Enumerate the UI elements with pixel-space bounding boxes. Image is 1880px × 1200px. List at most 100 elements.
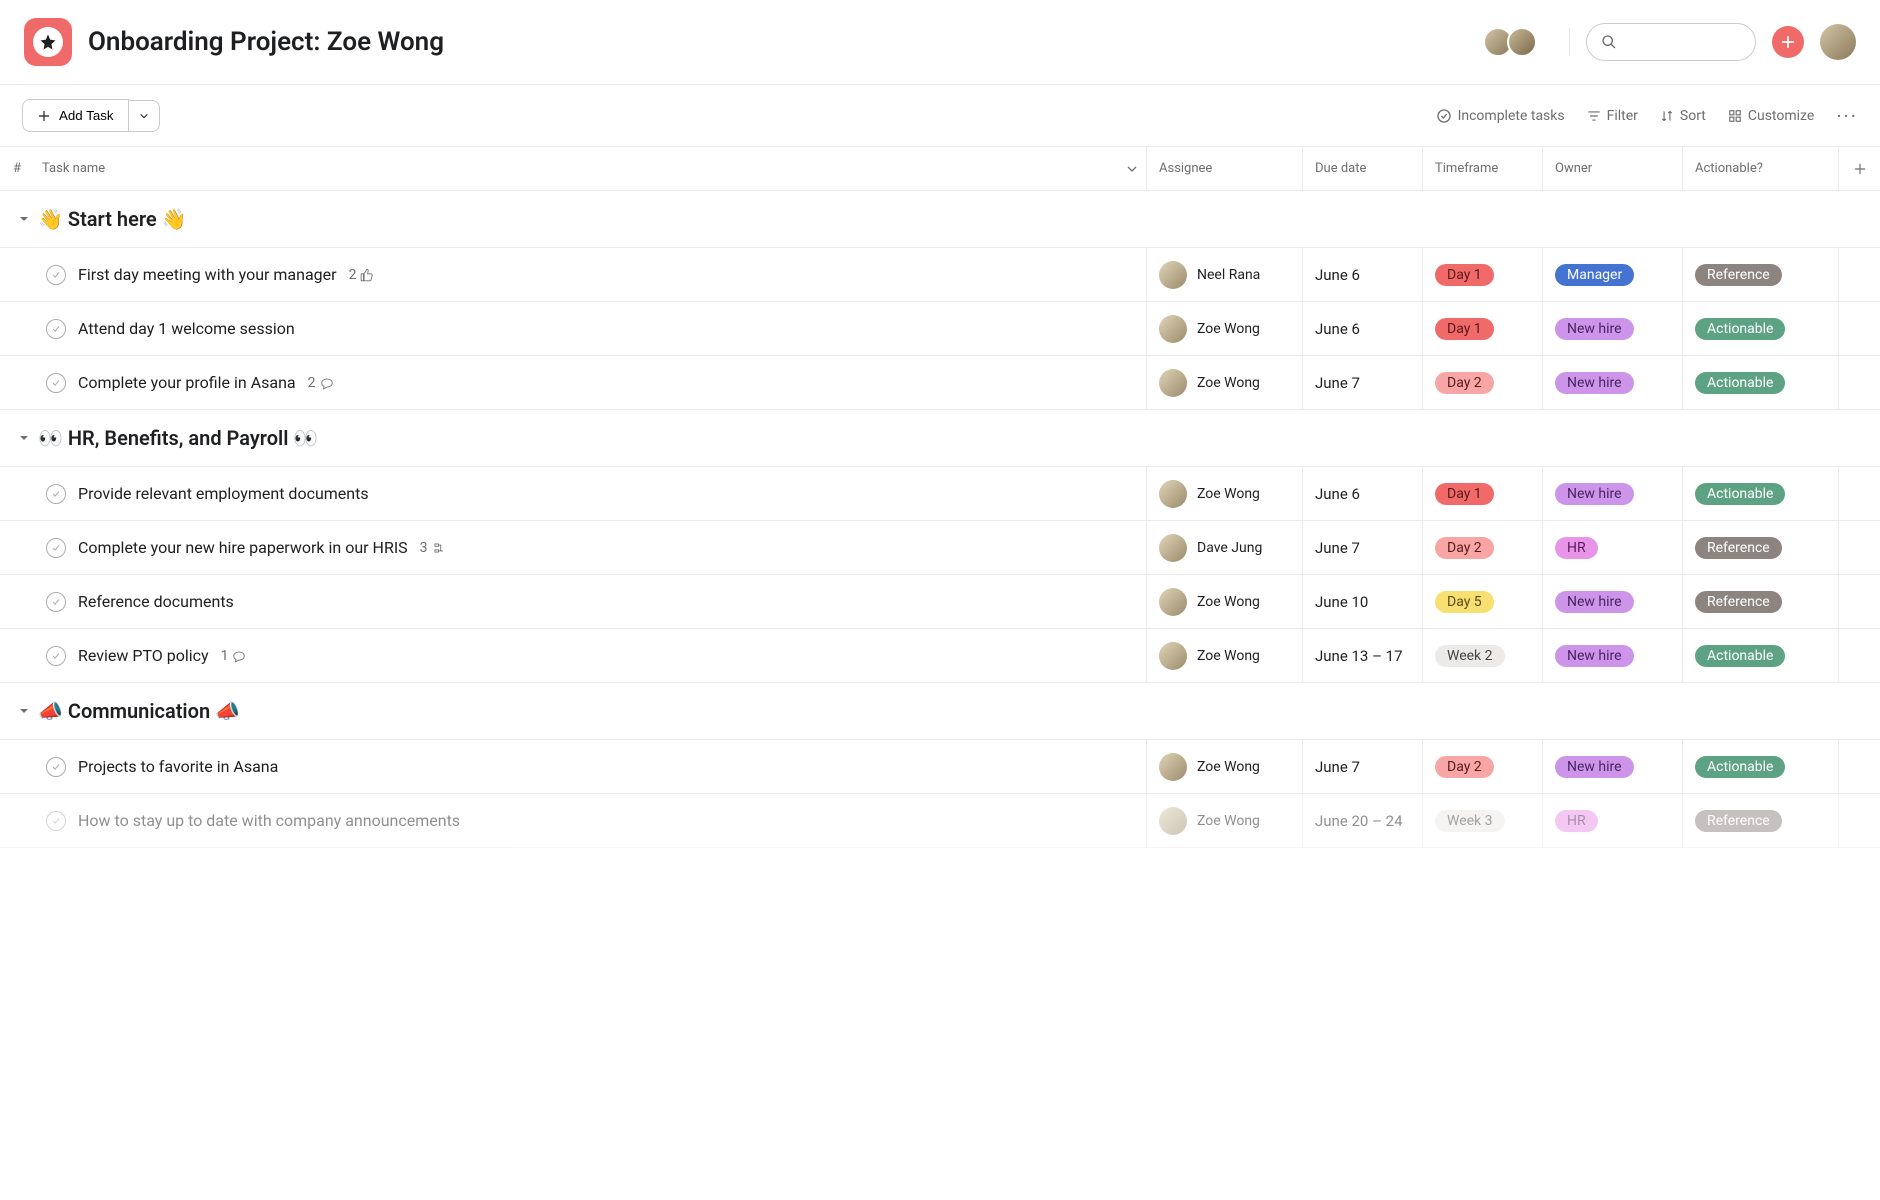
complete-checkbox[interactable] xyxy=(46,757,66,777)
assignee-cell[interactable]: Zoe Wong xyxy=(1146,794,1302,847)
due-cell[interactable]: June 10 xyxy=(1302,575,1422,628)
timeframe-cell[interactable]: Week 2 xyxy=(1422,629,1542,682)
pill-reference[interactable]: Reference xyxy=(1695,810,1782,832)
pill-newhire[interactable]: New hire xyxy=(1555,372,1634,394)
timeframe-cell[interactable]: Week 3 xyxy=(1422,794,1542,847)
col-actionable-header[interactable]: Actionable? xyxy=(1682,147,1838,190)
pill-actionable[interactable]: Actionable xyxy=(1695,483,1785,505)
due-cell[interactable]: June 6 xyxy=(1302,467,1422,520)
owner-cell[interactable]: HR xyxy=(1542,794,1682,847)
user-avatar[interactable] xyxy=(1820,24,1856,60)
task-name-cell[interactable]: How to stay up to date with company anno… xyxy=(0,794,1146,847)
owner-cell[interactable]: Manager xyxy=(1542,248,1682,301)
owner-cell[interactable]: New hire xyxy=(1542,302,1682,355)
pill-reference[interactable]: Reference xyxy=(1695,537,1782,559)
task-row[interactable]: First day meeting with your manager 2 Ne… xyxy=(0,248,1880,302)
actionable-cell[interactable]: Reference xyxy=(1682,794,1838,847)
due-cell[interactable]: June 20 – 24 xyxy=(1302,794,1422,847)
col-name-header[interactable]: Task name xyxy=(34,147,1146,190)
task-row[interactable]: Projects to favorite in Asana Zoe Wong J… xyxy=(0,740,1880,794)
owner-cell[interactable]: New hire xyxy=(1542,575,1682,628)
complete-checkbox[interactable] xyxy=(46,484,66,504)
pill-week2[interactable]: Week 2 xyxy=(1435,645,1505,667)
pill-reference[interactable]: Reference xyxy=(1695,264,1782,286)
pill-day2[interactable]: Day 2 xyxy=(1435,537,1494,559)
col-due-header[interactable]: Due date xyxy=(1302,147,1422,190)
actionable-cell[interactable]: Actionable xyxy=(1682,356,1838,409)
actionable-cell[interactable]: Reference xyxy=(1682,521,1838,574)
col-timeframe-header[interactable]: Timeframe xyxy=(1422,147,1542,190)
task-row[interactable]: How to stay up to date with company anno… xyxy=(0,794,1880,848)
customize-button[interactable]: Customize xyxy=(1728,108,1814,124)
actionable-cell[interactable]: Actionable xyxy=(1682,467,1838,520)
add-column-button[interactable] xyxy=(1838,147,1880,190)
pill-newhire[interactable]: New hire xyxy=(1555,756,1634,778)
task-name-cell[interactable]: Projects to favorite in Asana xyxy=(0,740,1146,793)
sort-button[interactable]: Sort xyxy=(1660,108,1706,124)
incomplete-tasks-filter[interactable]: Incomplete tasks xyxy=(1436,108,1565,124)
actionable-cell[interactable]: Reference xyxy=(1682,575,1838,628)
add-task-button[interactable]: Add Task xyxy=(22,99,129,132)
task-row[interactable]: Provide relevant employment documents Zo… xyxy=(0,467,1880,521)
actionable-cell[interactable]: Actionable xyxy=(1682,302,1838,355)
pill-day2[interactable]: Day 2 xyxy=(1435,372,1494,394)
timeframe-cell[interactable]: Day 1 xyxy=(1422,467,1542,520)
task-name-cell[interactable]: Attend day 1 welcome session xyxy=(0,302,1146,355)
assignee-cell[interactable]: Neel Rana xyxy=(1146,248,1302,301)
pill-day5[interactable]: Day 5 xyxy=(1435,591,1494,613)
due-cell[interactable]: June 6 xyxy=(1302,302,1422,355)
collaborator-avatar[interactable] xyxy=(1507,27,1537,57)
pill-newhire[interactable]: New hire xyxy=(1555,483,1634,505)
actionable-cell[interactable]: Reference xyxy=(1682,248,1838,301)
assignee-cell[interactable]: Zoe Wong xyxy=(1146,629,1302,682)
assignee-cell[interactable]: Zoe Wong xyxy=(1146,356,1302,409)
caret-down-icon[interactable] xyxy=(18,432,30,444)
pill-actionable[interactable]: Actionable xyxy=(1695,372,1785,394)
collaborators[interactable] xyxy=(1483,27,1537,57)
section-header[interactable]: 📣 Communication 📣 xyxy=(0,683,1880,740)
col-num-header[interactable]: # xyxy=(0,147,34,190)
owner-cell[interactable]: New hire xyxy=(1542,629,1682,682)
task-name-cell[interactable]: Reference documents xyxy=(0,575,1146,628)
task-name-cell[interactable]: First day meeting with your manager 2 xyxy=(0,248,1146,301)
due-cell[interactable]: June 7 xyxy=(1302,740,1422,793)
complete-checkbox[interactable] xyxy=(46,373,66,393)
task-row[interactable]: Review PTO policy 1 Zoe Wong June 13 – 1… xyxy=(0,629,1880,683)
task-name-cell[interactable]: Complete your profile in Asana 2 xyxy=(0,356,1146,409)
pill-actionable[interactable]: Actionable xyxy=(1695,318,1785,340)
caret-down-icon[interactable] xyxy=(18,705,30,717)
section-header[interactable]: 👋 Start here 👋 xyxy=(0,191,1880,248)
owner-cell[interactable]: HR xyxy=(1542,521,1682,574)
task-row[interactable]: Attend day 1 welcome session Zoe Wong Ju… xyxy=(0,302,1880,356)
actionable-cell[interactable]: Actionable xyxy=(1682,629,1838,682)
pill-reference[interactable]: Reference xyxy=(1695,591,1782,613)
col-assignee-header[interactable]: Assignee xyxy=(1146,147,1302,190)
search-input[interactable] xyxy=(1586,23,1756,61)
task-name-cell[interactable]: Complete your new hire paperwork in our … xyxy=(0,521,1146,574)
timeframe-cell[interactable]: Day 2 xyxy=(1422,521,1542,574)
complete-checkbox[interactable] xyxy=(46,646,66,666)
more-button[interactable]: ··· xyxy=(1836,104,1858,128)
complete-checkbox[interactable] xyxy=(46,811,66,831)
owner-cell[interactable]: New hire xyxy=(1542,467,1682,520)
pill-newhire[interactable]: New hire xyxy=(1555,318,1634,340)
due-cell[interactable]: June 7 xyxy=(1302,356,1422,409)
due-cell[interactable]: June 7 xyxy=(1302,521,1422,574)
pill-hr[interactable]: HR xyxy=(1555,810,1598,832)
pill-day1[interactable]: Day 1 xyxy=(1435,264,1494,286)
assignee-cell[interactable]: Zoe Wong xyxy=(1146,467,1302,520)
assignee-cell[interactable]: Dave Jung xyxy=(1146,521,1302,574)
task-name-cell[interactable]: Review PTO policy 1 xyxy=(0,629,1146,682)
task-row[interactable]: Reference documents Zoe Wong June 10 Day… xyxy=(0,575,1880,629)
chevron-down-icon[interactable] xyxy=(1126,163,1138,175)
due-cell[interactable]: June 13 – 17 xyxy=(1302,629,1422,682)
timeframe-cell[interactable]: Day 1 xyxy=(1422,248,1542,301)
timeframe-cell[interactable]: Day 2 xyxy=(1422,356,1542,409)
task-row[interactable]: Complete your profile in Asana 2 Zoe Won… xyxy=(0,356,1880,410)
pill-day1[interactable]: Day 1 xyxy=(1435,318,1494,340)
owner-cell[interactable]: New hire xyxy=(1542,740,1682,793)
complete-checkbox[interactable] xyxy=(46,592,66,612)
timeframe-cell[interactable]: Day 2 xyxy=(1422,740,1542,793)
pill-manager[interactable]: Manager xyxy=(1555,264,1634,286)
pill-newhire[interactable]: New hire xyxy=(1555,645,1634,667)
